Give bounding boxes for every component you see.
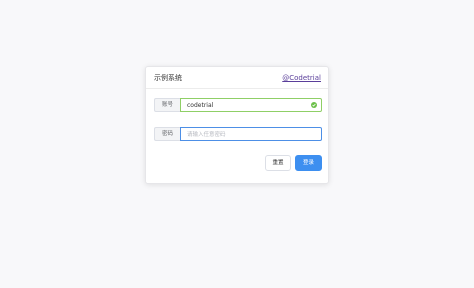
- codetrial-link[interactable]: @Codetrial: [282, 74, 321, 82]
- login-button[interactable]: 登录: [295, 155, 322, 171]
- account-input[interactable]: [187, 101, 307, 110]
- account-label: 账号: [154, 98, 180, 112]
- account-field[interactable]: [180, 98, 322, 112]
- password-row: 密码: [154, 127, 322, 141]
- page: 示例系统 @Codetrial 账号 密码 重置 登录: [0, 0, 474, 288]
- check-circle-icon: [311, 102, 317, 108]
- password-field[interactable]: [180, 127, 322, 141]
- login-card: 示例系统 @Codetrial 账号 密码 重置 登录: [145, 66, 329, 184]
- password-label: 密码: [154, 127, 180, 141]
- card-title: 示例系统: [154, 74, 182, 82]
- account-row: 账号: [154, 98, 322, 112]
- card-header: 示例系统 @Codetrial: [146, 67, 328, 89]
- password-input[interactable]: [187, 130, 307, 139]
- reset-button[interactable]: 重置: [265, 155, 291, 171]
